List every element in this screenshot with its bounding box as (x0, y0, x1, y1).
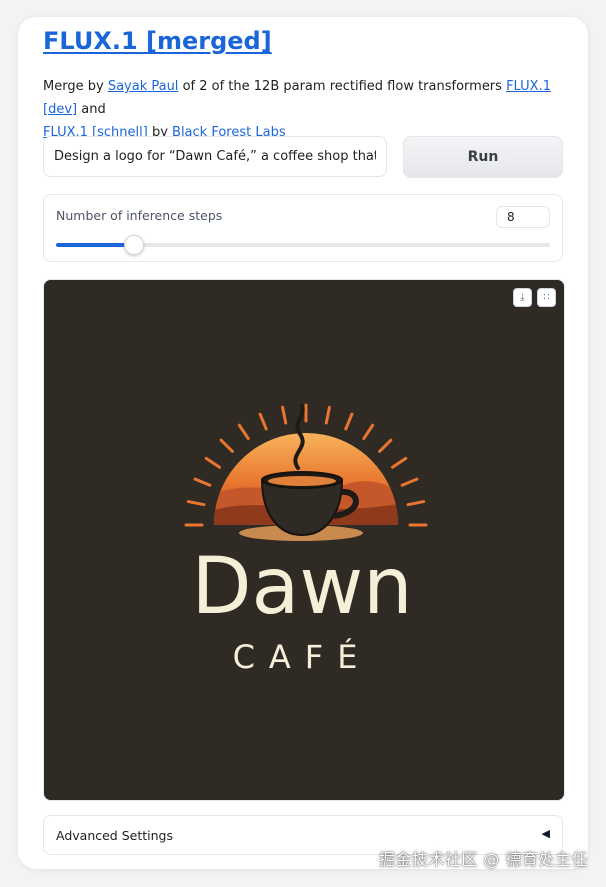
output-image: Dawn CAFÉ (44, 280, 564, 800)
app-card: FLUX.1 [merged] Merge by Sayak Paul of 2… (18, 17, 588, 869)
share-icon[interactable]: ∷ (537, 288, 556, 307)
desc-text-merge-by: Merge by (43, 79, 104, 94)
slider-thumb[interactable] (124, 235, 145, 255)
inference-steps-number-input[interactable] (496, 206, 550, 228)
inference-steps-label: Number of inference steps (56, 208, 223, 223)
logo-word: Dawn (191, 542, 412, 632)
download-icon[interactable]: ⤓ (513, 288, 532, 307)
logo-subtitle: CAFÉ (233, 638, 372, 676)
output-image-panel: Dawn CAFÉ ⤓ ∷ (43, 279, 565, 801)
desc-text-middle: of 2 of the 12B param rectified flow tra… (182, 79, 502, 94)
run-button[interactable]: Run (403, 136, 563, 178)
advanced-settings-label: Advanced Settings (56, 828, 173, 843)
page-title-link[interactable]: FLUX.1 [merged] (43, 27, 272, 55)
inference-steps-panel: Number of inference steps (43, 194, 563, 262)
inference-steps-slider[interactable] (56, 235, 550, 255)
caret-left-icon: ◀ (541, 827, 550, 840)
slider-fill (56, 243, 134, 247)
watermark-text: 掘金技术社区 @ 德育处主任 (378, 850, 588, 869)
prompt-input[interactable] (43, 136, 387, 177)
cup-coffee (268, 476, 336, 486)
description: Merge by Sayak Paul of 2 of the 12B para… (43, 75, 573, 144)
desc-text-and: and (81, 102, 106, 117)
author-link[interactable]: Sayak Paul (108, 79, 179, 94)
